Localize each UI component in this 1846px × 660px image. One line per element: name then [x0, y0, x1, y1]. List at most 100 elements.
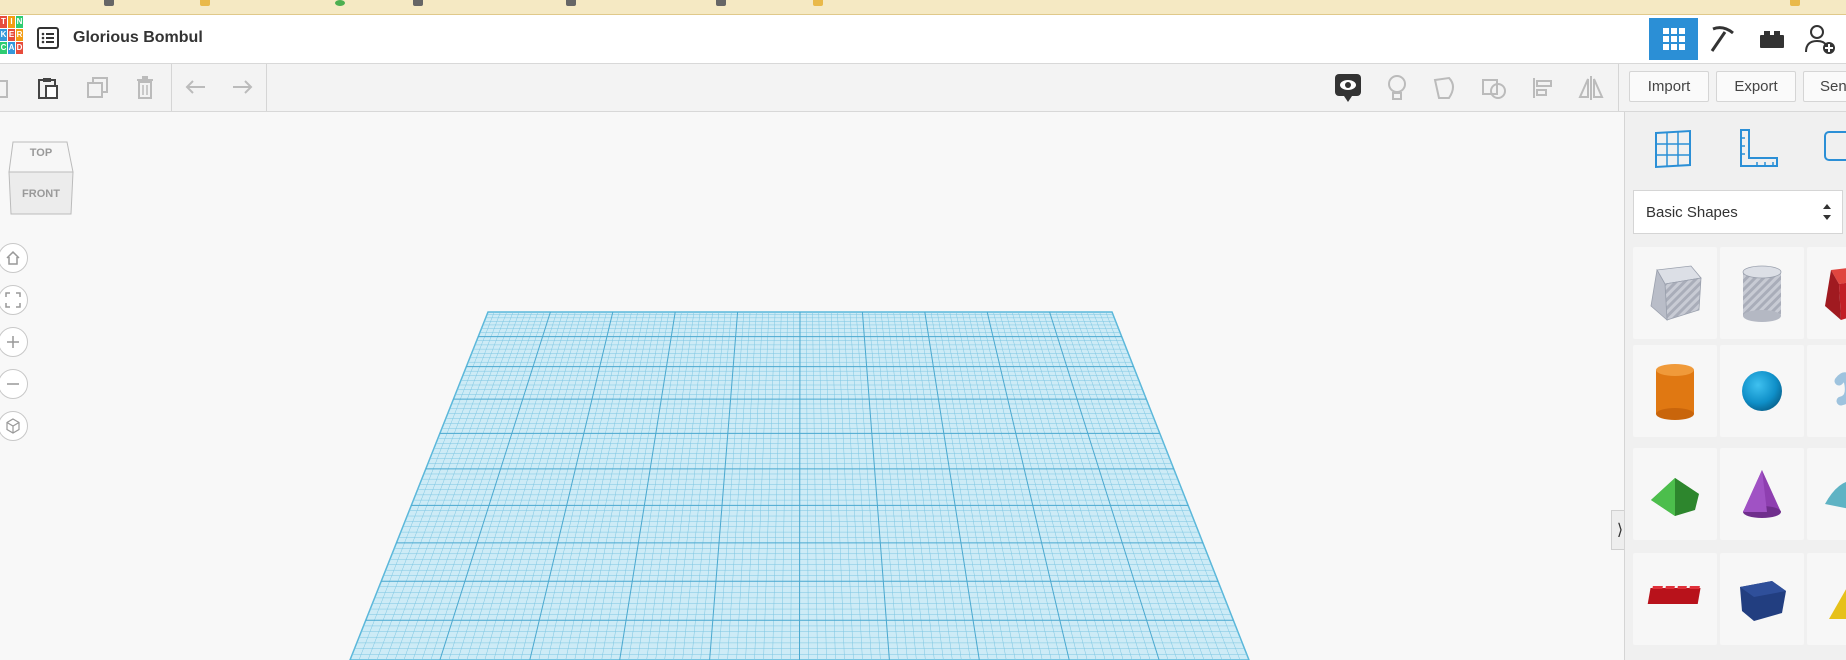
- shape-tile-sphere[interactable]: [1720, 345, 1804, 437]
- add-user-icon: [1804, 25, 1835, 54]
- cylinder-icon: [1656, 364, 1694, 420]
- logo-letter: I: [8, 16, 15, 28]
- cone-icon: [1743, 470, 1781, 518]
- view-cube-front[interactable]: FRONT: [13, 188, 69, 200]
- bookmark-icon[interactable]: [104, 0, 114, 6]
- undo-icon: [185, 80, 205, 94]
- notes-button[interactable]: [1334, 74, 1362, 102]
- eye-bubble-icon: [1335, 74, 1361, 102]
- design-menu-icon[interactable]: [37, 27, 59, 49]
- align-icon: [1533, 78, 1552, 98]
- paste-button[interactable]: [34, 74, 62, 102]
- ruler-tool[interactable]: [1733, 122, 1785, 174]
- delete-button[interactable]: [131, 74, 159, 102]
- grid-line: [799, 311, 801, 660]
- minus-icon: [7, 383, 19, 385]
- bookmark-icon[interactable]: [716, 0, 726, 6]
- clipboard-icon: [38, 78, 58, 99]
- chevron-right-icon: ⟩: [1616, 522, 1624, 539]
- logo-letter: C: [0, 42, 7, 54]
- roof-icon: [1651, 478, 1699, 516]
- text-shape-icon: [1647, 586, 1701, 604]
- notes-tool[interactable]: [1817, 122, 1846, 174]
- workplane-viewport[interactable]: [0, 112, 1624, 660]
- logo-letter: D: [16, 42, 23, 54]
- logo-letter: R: [16, 29, 23, 41]
- logo-letter: N: [16, 16, 23, 28]
- bookmark-icon[interactable]: [335, 0, 345, 6]
- align-button[interactable]: [1529, 74, 1557, 102]
- import-button[interactable]: Import: [1629, 71, 1709, 102]
- home-icon: [6, 250, 20, 265]
- notes-icon: [1824, 131, 1846, 161]
- logo-letter: E: [8, 29, 15, 41]
- logo-letter: T: [0, 16, 7, 28]
- trash-icon: [137, 76, 153, 99]
- mirror-button[interactable]: [1577, 74, 1605, 102]
- copy-button[interactable]: [0, 74, 16, 102]
- shape-tile-scribble[interactable]: [1807, 345, 1846, 437]
- round-roof-icon: [1825, 482, 1846, 509]
- undo-button[interactable]: [182, 74, 210, 102]
- mirror-icon: [1578, 76, 1604, 100]
- redo-icon: [233, 80, 253, 94]
- shape-tile-text[interactable]: [1633, 553, 1717, 645]
- bookmark-folder-icon[interactable]: [813, 0, 823, 6]
- chevron-updown-icon: [1822, 202, 1832, 226]
- 3d-design-view-button[interactable]: [1649, 18, 1698, 60]
- send-to-button[interactable]: Send To: [1803, 71, 1846, 102]
- tinkercad-logo[interactable]: T I N K E R C A D: [0, 16, 24, 60]
- bricks-view-button[interactable]: [1747, 18, 1796, 60]
- shape-tile-polygon[interactable]: [1720, 553, 1804, 645]
- group-icon: [1433, 76, 1454, 99]
- scribble-icon: [1834, 372, 1846, 406]
- ruler-icon: [1740, 129, 1778, 167]
- workplane-grid[interactable]: [0, 112, 1624, 660]
- shape-tile-pyramid[interactable]: [1807, 553, 1846, 645]
- toolbar-divider: [266, 64, 267, 111]
- view-cube[interactable]: TOP FRONT: [7, 138, 75, 216]
- box-hole-icon: [1650, 265, 1702, 321]
- workplane-tool[interactable]: [1647, 122, 1699, 174]
- ungroup-button[interactable]: [1480, 74, 1508, 102]
- shape-tile-box-hole[interactable]: [1633, 247, 1717, 339]
- cube-icon: [6, 418, 20, 434]
- shape-tile-box[interactable]: [1807, 247, 1846, 339]
- codeblocks-view-button[interactable]: [1698, 18, 1747, 60]
- shape-library-value: Basic Shapes: [1646, 203, 1738, 221]
- pickaxe-icon: [1710, 26, 1734, 52]
- shape-library-select[interactable]: Basic Shapes: [1633, 190, 1843, 234]
- redo-button[interactable]: [228, 74, 256, 102]
- bookmark-icon[interactable]: [566, 0, 576, 6]
- shape-tile-cone[interactable]: [1720, 448, 1804, 540]
- bookmark-folder-icon[interactable]: [200, 0, 210, 6]
- logo-letter: K: [0, 29, 7, 41]
- shapes-panel: Basic Shapes: [1624, 112, 1846, 660]
- workplane-icon: [1655, 129, 1691, 169]
- share-design-button[interactable]: [1796, 18, 1845, 60]
- design-title[interactable]: Glorious Bombul: [73, 29, 203, 47]
- duplicate-button[interactable]: [83, 74, 111, 102]
- top-bar: T I N K E R C A D Glorious Bombul: [0, 15, 1846, 64]
- sphere-icon: [1742, 371, 1782, 411]
- ungroup-icon: [1482, 79, 1506, 99]
- bookmark-folder-icon[interactable]: [1790, 0, 1800, 6]
- grid-icon: [1662, 28, 1685, 50]
- bookmarks-bar: [0, 0, 1846, 15]
- shape-tile-roof[interactable]: [1633, 448, 1717, 540]
- bookmark-icon[interactable]: [413, 0, 423, 6]
- toolbar-divider: [171, 64, 172, 111]
- plus-icon: [7, 336, 19, 348]
- copy-icon: [0, 80, 8, 98]
- show-all-button[interactable]: [1383, 74, 1411, 102]
- shape-tile-cylinder[interactable]: [1633, 345, 1717, 437]
- lightbulb-icon: [1388, 75, 1406, 100]
- view-cube-top[interactable]: TOP: [13, 147, 69, 159]
- shape-tile-cylinder-hole[interactable]: [1720, 247, 1804, 339]
- cylinder-hole-icon: [1742, 265, 1782, 322]
- polygon-icon: [1740, 581, 1786, 621]
- group-button[interactable]: [1432, 74, 1460, 102]
- pyramid-icon: [1829, 589, 1846, 619]
- export-button[interactable]: Export: [1716, 71, 1796, 102]
- shape-tile-round-roof[interactable]: [1807, 448, 1846, 540]
